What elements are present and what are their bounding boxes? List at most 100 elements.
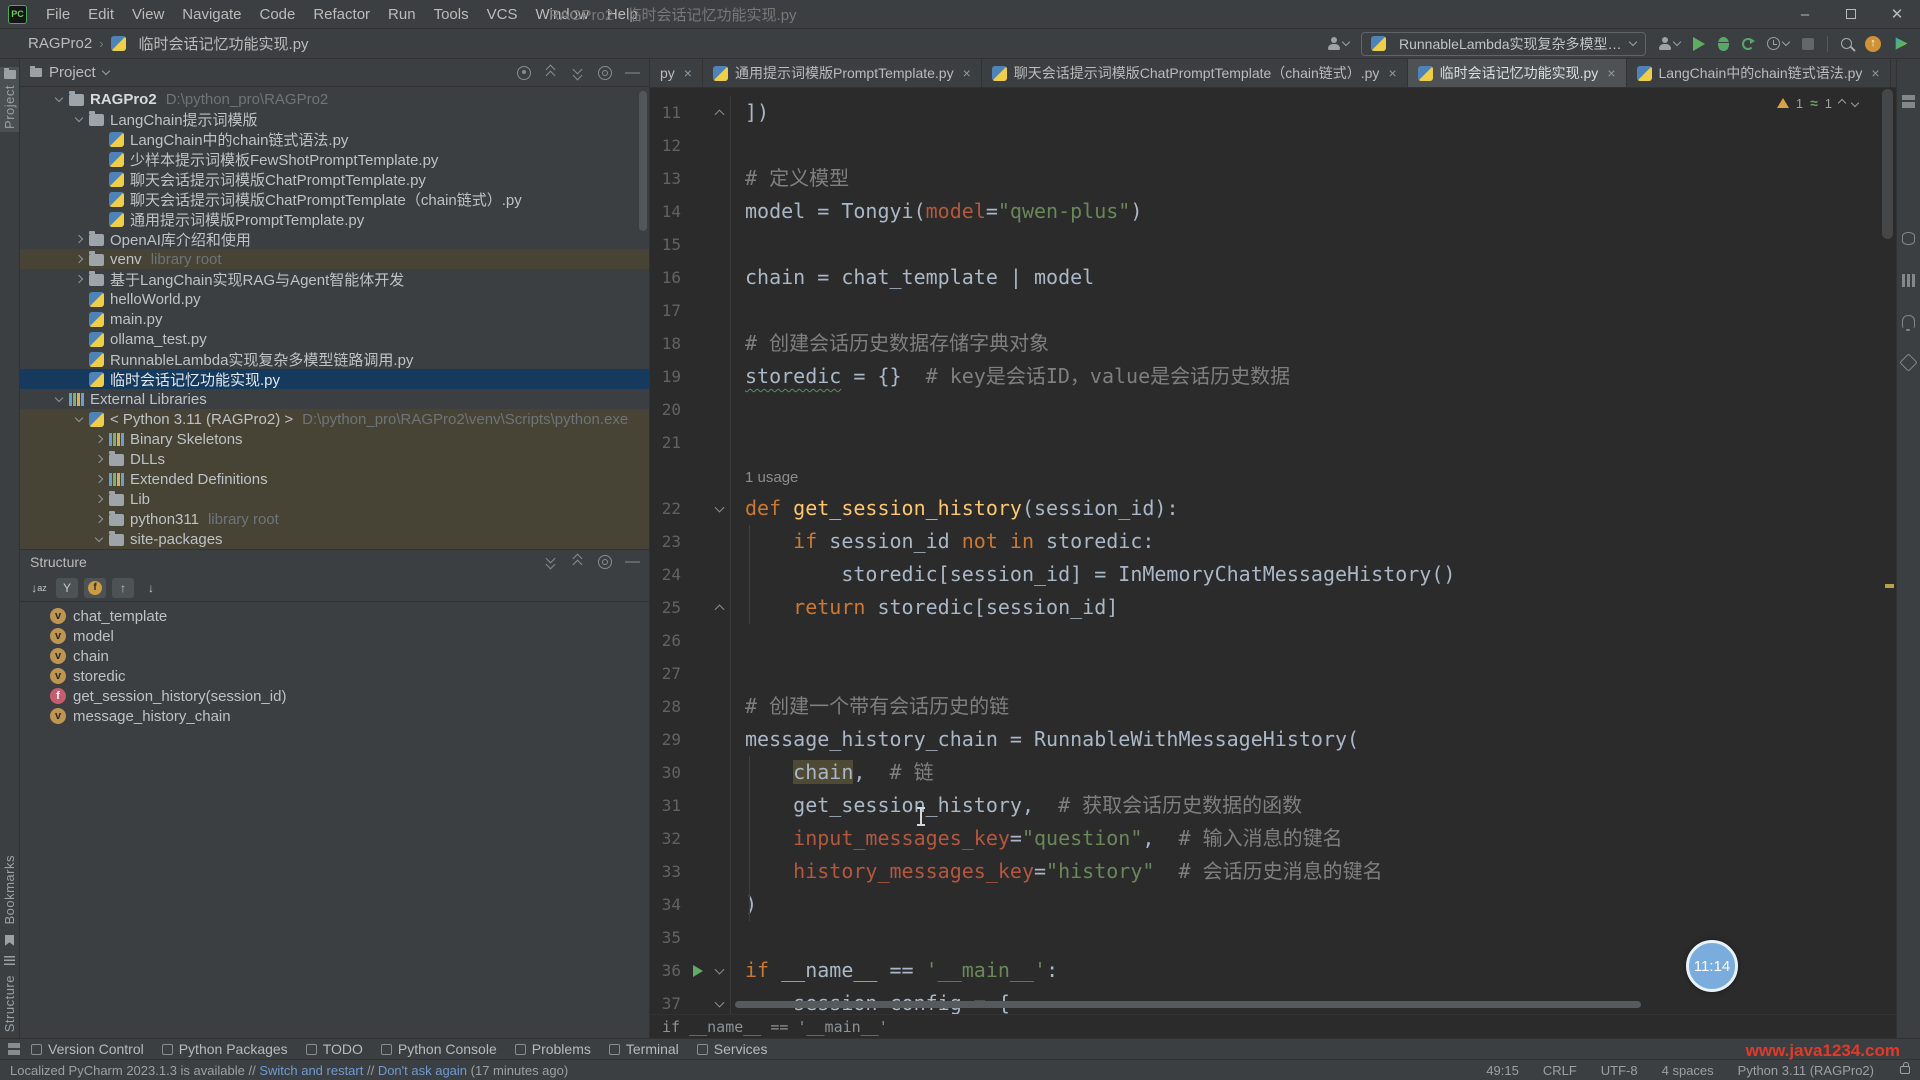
breadcrumb-scope[interactable]: if __name__ == '__main__' (662, 1018, 888, 1036)
line-number[interactable]: 35 (650, 928, 681, 947)
expand-with-arrow-icon[interactable]: ↑ (112, 578, 134, 598)
editor-tab[interactable]: 通用提示词模版PromptTemplate.py× (703, 59, 982, 87)
line-number[interactable]: 17 (650, 301, 681, 320)
tree-row[interactable]: RunnableLambda实现复杂多模型链路调用.py (20, 349, 649, 369)
code-line[interactable]: 28# 创建一个带有会话历史的链 (650, 690, 1896, 723)
gear-icon[interactable] (598, 555, 612, 569)
prev-problem-icon[interactable] (1838, 99, 1846, 107)
line-number[interactable]: 20 (650, 400, 681, 419)
gutter[interactable] (681, 162, 730, 195)
run-configuration-select[interactable]: RunnableLambda实现复杂多模型链路调用 (1361, 32, 1646, 56)
tool-stripe-bookmarks[interactable]: Bookmarks (2, 855, 17, 925)
gutter[interactable] (681, 327, 730, 360)
expand-all-icon[interactable] (571, 66, 585, 80)
tree-row[interactable]: 聊天会话提示词模版ChatPromptTemplate.py (20, 169, 649, 189)
tool-stripe-project[interactable]: Project (0, 67, 19, 132)
line-number[interactable]: 29 (650, 730, 681, 749)
select-opened-file-icon[interactable] (517, 66, 531, 80)
chevron-collapsed-icon[interactable] (89, 476, 109, 482)
chevron-collapsed-icon[interactable] (89, 496, 109, 502)
chevron-collapsed-icon[interactable] (89, 516, 109, 522)
tree-scrollbar[interactable] (639, 91, 647, 231)
run-button[interactable] (1693, 37, 1705, 51)
tab-close-icon[interactable]: × (1388, 65, 1396, 81)
structure-item[interactable]: vmodel (20, 626, 649, 646)
bookmark-icon[interactable] (5, 935, 14, 946)
code-line[interactable]: 25 return storedic[session_id] (650, 591, 1896, 624)
gutter[interactable] (681, 822, 730, 855)
expand-all-icon[interactable] (544, 555, 558, 569)
menu-item-refactor[interactable]: Refactor (304, 6, 379, 23)
close-button[interactable]: ✕ (1874, 0, 1920, 29)
code-line[interactable]: 24 storedic[session_id] = InMemoryChatMe… (650, 558, 1896, 591)
structure-panel-title[interactable]: Structure (30, 554, 87, 570)
ide-features-icon[interactable] (1894, 37, 1908, 51)
tree-row[interactable]: main.py (20, 309, 649, 329)
menu-item-code[interactable]: Code (250, 6, 304, 23)
fold-end-icon[interactable] (715, 604, 725, 614)
line-number[interactable]: 22 (650, 499, 681, 518)
tree-row[interactable]: Extended Definitions (20, 469, 649, 489)
line-number[interactable]: 31 (650, 796, 681, 815)
layout-icon[interactable] (1902, 95, 1915, 108)
line-number[interactable]: 25 (650, 598, 681, 617)
gutter[interactable] (681, 459, 730, 492)
gutter[interactable] (681, 426, 730, 459)
line-number[interactable]: 26 (650, 631, 681, 650)
tree-row[interactable]: External Libraries (20, 389, 649, 409)
structure-item[interactable]: vchain (20, 646, 649, 666)
tree-row[interactable]: 通用提示词模版PromptTemplate.py (20, 209, 649, 229)
code-line[interactable]: 33 history_messages_key="history" # 会话历史… (650, 855, 1896, 888)
code-line[interactable]: 21 (650, 426, 1896, 459)
code-line[interactable]: 20 (650, 393, 1896, 426)
tree-row[interactable]: 聊天会话提示词模版ChatPromptTemplate（chain链式）.py (20, 189, 649, 209)
line-number[interactable]: 27 (650, 664, 681, 683)
fold-region-icon[interactable] (715, 997, 725, 1007)
chevron-expanded-icon[interactable] (49, 97, 69, 101)
line-number[interactable]: 24 (650, 565, 681, 584)
line-number[interactable]: 28 (650, 697, 681, 716)
menu-item-vcs[interactable]: VCS (478, 6, 527, 23)
chevron-collapsed-icon[interactable] (89, 436, 109, 442)
usage-hint[interactable]: 1 usage (745, 469, 798, 486)
tab-close-icon[interactable]: × (684, 65, 692, 81)
gutter[interactable] (681, 96, 730, 129)
fold-end-icon[interactable] (715, 109, 725, 119)
collapse-all-icon[interactable] (571, 555, 585, 569)
line-number[interactable]: 30 (650, 763, 681, 782)
tool-window-button-version-control[interactable]: Version Control (22, 1039, 153, 1059)
chevron-collapsed-icon[interactable] (69, 276, 89, 282)
editor-tab[interactable]: LangChain中的chain链式语法.py× (1627, 59, 1891, 87)
code-with-me-button[interactable] (1327, 37, 1349, 50)
code-line[interactable]: 26 (650, 624, 1896, 657)
chevron-collapsed-icon[interactable] (69, 236, 89, 242)
gutter[interactable] (681, 591, 730, 624)
line-number[interactable]: 36 (650, 961, 681, 980)
tree-row[interactable]: DLLs (20, 449, 649, 469)
chevron-expanded-icon[interactable] (49, 397, 69, 401)
line-number[interactable]: 19 (650, 367, 681, 386)
editor-tab[interactable]: py× (650, 59, 703, 87)
menu-item-navigate[interactable]: Navigate (173, 6, 250, 23)
line-number[interactable]: 21 (650, 433, 681, 452)
gutter[interactable] (681, 690, 730, 723)
code-line[interactable]: 11]) (650, 96, 1896, 129)
indent-widget[interactable]: 4 spaces (1662, 1063, 1714, 1078)
collapse-all-icon[interactable] (544, 66, 558, 80)
tree-row[interactable]: venvlibrary root (20, 249, 649, 269)
chevron-expanded-icon[interactable] (69, 117, 89, 121)
gutter[interactable] (681, 624, 730, 657)
project-panel-title[interactable]: Project (49, 64, 96, 81)
gutter[interactable] (681, 558, 730, 591)
gutter[interactable] (681, 921, 730, 954)
code-line[interactable]: 1 usage (650, 459, 1896, 492)
gutter[interactable] (681, 789, 730, 822)
caret-position-widget[interactable]: 49:15 (1486, 1063, 1519, 1078)
line-number[interactable]: 33 (650, 862, 681, 881)
line-separator-widget[interactable]: CRLF (1543, 1063, 1577, 1078)
sort-alphabetically-icon[interactable]: ↓az (28, 578, 50, 598)
hide-panel-icon[interactable]: — (625, 555, 639, 569)
tab-close-icon[interactable]: × (1607, 65, 1615, 81)
inspections-widget[interactable]: 1 ≈ 1 (1777, 95, 1858, 111)
line-number[interactable]: 13 (650, 169, 681, 188)
